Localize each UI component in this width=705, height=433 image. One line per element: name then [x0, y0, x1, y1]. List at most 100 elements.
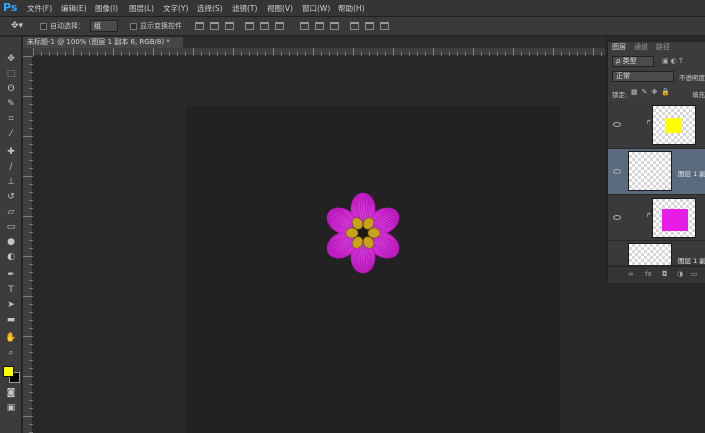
- flower-artwork: [326, 192, 400, 274]
- menu-bar: Ps 文件(F) 编辑(E) 图像(I) 图层(L) 文字(Y) 选择(S) 滤…: [0, 0, 705, 17]
- show-transform-checkbox[interactable]: [130, 23, 137, 30]
- new-group-icon[interactable]: ▭: [691, 270, 698, 278]
- ruler-tick: [393, 48, 394, 56]
- ruler-tick: [473, 48, 474, 56]
- layer-thumbnail: [652, 198, 696, 238]
- menu-select[interactable]: 选择(S): [197, 0, 223, 17]
- eraser-icon[interactable]: ▱: [3, 206, 19, 219]
- ruler-tick: [193, 48, 194, 56]
- healing-brush-icon[interactable]: ✚: [3, 146, 19, 159]
- blend-mode-dropdown[interactable]: 正常: [612, 71, 674, 82]
- quick-mask-icon[interactable]: ◙: [3, 387, 19, 400]
- menu-view[interactable]: 视图(V): [267, 0, 293, 17]
- filter-icons[interactable]: ▣◐T: [662, 57, 685, 65]
- path-select-icon[interactable]: ➤: [3, 299, 19, 312]
- ruler-tick: [313, 48, 314, 56]
- fx-button[interactable]: fx: [645, 270, 652, 278]
- hand-tool-icon[interactable]: ✋: [3, 332, 19, 345]
- blur-icon[interactable]: ●: [3, 236, 19, 249]
- ruler-corner: [23, 48, 33, 56]
- menu-image[interactable]: 图像(I): [95, 0, 118, 17]
- layer-row[interactable]: 图层 1 副: [608, 241, 705, 266]
- lock-icons[interactable]: ▦✎✥🔒: [631, 88, 674, 96]
- menu-edit[interactable]: 编辑(E): [61, 0, 87, 17]
- layer-thumbnail: [628, 243, 672, 265]
- visibility-eye-icon[interactable]: [613, 122, 621, 127]
- gradient-icon[interactable]: ▭: [3, 221, 19, 234]
- crop-tool-icon[interactable]: ⌗: [3, 113, 19, 126]
- menu-file[interactable]: 文件(F): [27, 0, 52, 17]
- distribute-hcenter-icon[interactable]: [365, 22, 374, 30]
- layer-filter-dropdown[interactable]: ρ 类型: [612, 56, 654, 67]
- ruler-tick: [23, 96, 33, 97]
- document-tab[interactable]: 未标题-1 @ 100% (图层 1 副本 6, RGB/8) *: [23, 37, 183, 48]
- move-tool-icon[interactable]: ✥: [3, 53, 19, 66]
- ruler-tick: [23, 56, 33, 57]
- ruler-tick: [433, 48, 434, 56]
- auto-select-dropdown[interactable]: 组: [90, 20, 118, 32]
- marquee-tool-icon[interactable]: ⬚: [3, 68, 19, 81]
- opacity-label: 不透明度: [679, 74, 705, 82]
- align-right-icon[interactable]: [275, 22, 284, 30]
- tab-channels[interactable]: 通道: [634, 42, 648, 53]
- vertical-ruler[interactable]: [23, 56, 33, 433]
- layer-name[interactable]: 图层 1 副: [678, 168, 705, 178]
- align-top-icon[interactable]: [195, 22, 204, 30]
- clip-indicator-icon: ↱: [646, 212, 652, 219]
- ruler-tick: [23, 136, 33, 137]
- menu-layer[interactable]: 图层(L): [129, 0, 154, 17]
- ruler-tick: [23, 416, 33, 417]
- brush-tool-icon[interactable]: ∕: [3, 161, 19, 174]
- clip-indicator-icon: ↱: [646, 119, 652, 126]
- lasso-tool-icon[interactable]: ʘ: [3, 83, 19, 96]
- tab-paths[interactable]: 路径: [656, 42, 670, 53]
- add-mask-icon[interactable]: ◘: [662, 270, 668, 278]
- distribute-bottom-icon[interactable]: [330, 22, 339, 30]
- move-tool-preset-icon[interactable]: ✥▾: [11, 17, 23, 36]
- lock-label: 锁定:: [612, 91, 628, 99]
- history-brush-icon[interactable]: ↺: [3, 191, 19, 204]
- align-vcenter-icon[interactable]: [210, 22, 219, 30]
- visibility-eye-icon[interactable]: [613, 215, 621, 220]
- visibility-eye-icon[interactable]: [613, 169, 621, 174]
- ruler-tick: [23, 336, 33, 337]
- quick-select-icon[interactable]: ✎: [3, 98, 19, 111]
- ruler-tick: [553, 48, 554, 56]
- distribute-top-icon[interactable]: [300, 22, 309, 30]
- eyedropper-icon[interactable]: ⁄: [3, 128, 19, 141]
- distribute-vcenter-icon[interactable]: [315, 22, 324, 30]
- layer-row-selected[interactable]: 图层 1 副: [608, 149, 705, 195]
- menu-help[interactable]: 帮助(H): [338, 0, 365, 17]
- stamen: [345, 227, 359, 239]
- menu-type[interactable]: 文字(Y): [163, 0, 188, 17]
- align-hcenter-icon[interactable]: [260, 22, 269, 30]
- distribute-right-icon[interactable]: [380, 22, 389, 30]
- layer-row[interactable]: ↱: [608, 195, 705, 241]
- foreground-color-swatch[interactable]: [3, 366, 14, 377]
- ruler-tick: [113, 48, 114, 56]
- dodge-icon[interactable]: ◐: [3, 251, 19, 264]
- clone-stamp-icon[interactable]: ⊥: [3, 176, 19, 189]
- ruler-tick: [153, 48, 154, 56]
- menu-window[interactable]: 窗口(W): [302, 0, 330, 17]
- align-left-icon[interactable]: [245, 22, 254, 30]
- menu-filter[interactable]: 滤镜(T): [232, 0, 257, 17]
- distribute-left-icon[interactable]: [350, 22, 359, 30]
- align-bottom-icon[interactable]: [225, 22, 234, 30]
- pen-tool-icon[interactable]: ✒: [3, 269, 19, 282]
- layer-row[interactable]: ↱: [608, 101, 705, 149]
- tab-layers[interactable]: 图层: [612, 42, 626, 53]
- layer-name[interactable]: 图层 1 副: [678, 255, 705, 265]
- ruler-tick: [73, 48, 74, 56]
- auto-select-checkbox[interactable]: [40, 23, 47, 30]
- shape-tool-icon[interactable]: ▬: [3, 314, 19, 327]
- ruler-tick: [23, 256, 33, 257]
- ruler-tick: [33, 48, 34, 56]
- screen-mode-icon[interactable]: ▣: [3, 402, 19, 415]
- link-layers-icon[interactable]: ∞: [628, 270, 634, 278]
- type-tool-icon[interactable]: T: [3, 284, 19, 297]
- auto-select-label: 自动选择：: [50, 22, 85, 30]
- horizontal-ruler[interactable]: [33, 48, 605, 56]
- zoom-tool-icon[interactable]: ⌕: [3, 347, 19, 360]
- adjustment-layer-icon[interactable]: ◑: [677, 270, 683, 278]
